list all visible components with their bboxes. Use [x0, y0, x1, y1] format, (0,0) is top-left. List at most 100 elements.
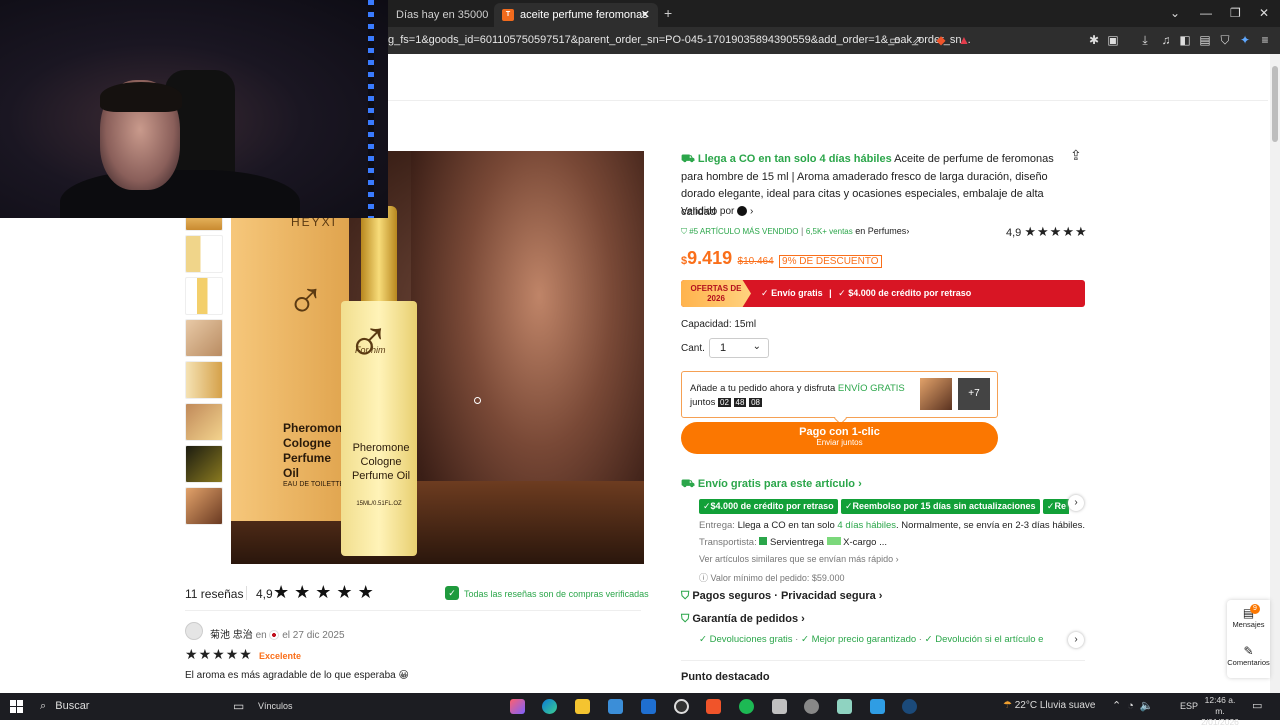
offer-banner[interactable]: OFERTAS DE 2026 ✓ Envío gratis | ✓ $4.00…	[681, 280, 1085, 307]
music-icon[interactable]: ♫	[1159, 33, 1173, 47]
streamer-hair	[100, 82, 182, 112]
settings-icon[interactable]	[804, 699, 819, 714]
offer-tag: OFERTAS DE 2026	[681, 280, 751, 307]
free-shipping-title[interactable]: ⛟ Envío gratis para este artículo ›	[681, 478, 862, 492]
quantity-select[interactable]: 1 ⌄	[709, 338, 769, 358]
new-tab-button[interactable]: +	[664, 5, 672, 21]
links-label[interactable]: Vínculos	[258, 701, 293, 711]
clock[interactable]: 12:46 a. m. 2/01/2026	[1200, 695, 1240, 728]
qty-value: 1	[720, 342, 727, 354]
menu-icon[interactable]: ≡	[1258, 33, 1272, 47]
rating-value: 4,9	[1006, 227, 1022, 239]
offer-free-shipping: Envío gratis	[771, 288, 823, 298]
cast-icon[interactable]: ▭	[888, 33, 902, 47]
ai-icon[interactable]: ✦	[1238, 33, 1252, 47]
review-divider	[246, 586, 247, 600]
bundle-box[interactable]: Añade a tu pedido ahora y disfruta ENVÍO…	[681, 371, 998, 425]
review-stars: ★★★★★	[273, 582, 379, 603]
scrollbar-thumb[interactable]	[1272, 66, 1278, 142]
product-thumbnail[interactable]	[185, 487, 223, 525]
rating-summary[interactable]: 4,9 ★★★★★	[1006, 224, 1088, 240]
highlight-heading: Punto destacado	[681, 671, 770, 683]
product-thumbnail[interactable]	[185, 235, 223, 273]
review-count[interactable]: 11 reseñas	[185, 587, 243, 601]
guarantee-link[interactable]: ⛉ Garantía de pedidos ›	[681, 613, 805, 626]
page-scrollbar[interactable]	[1270, 54, 1280, 693]
guarantee-next-button[interactable]: ›	[1068, 632, 1084, 648]
edit-icon: ✎	[1243, 644, 1254, 658]
product-thumbnail[interactable]	[185, 277, 223, 315]
product-thumbnail[interactable]	[185, 319, 223, 357]
brave-rewards-icon[interactable]: ▲	[957, 33, 971, 47]
product-thumbnail[interactable]	[185, 403, 223, 441]
close-tab-icon[interactable]: ✕	[641, 3, 650, 27]
bottle-size: 15ML/0.51FL.OZ	[356, 501, 402, 507]
notifications-icon[interactable]: ▭	[1252, 699, 1262, 712]
review-text: El aroma es más agradable de lo que espe…	[185, 670, 409, 681]
store-icon[interactable]	[608, 699, 623, 714]
task-view-icon[interactable]: ▭	[233, 699, 244, 713]
sidebar-icon[interactable]: ◧	[1178, 33, 1192, 47]
sales-count: 6,5K+ ventas	[805, 227, 853, 236]
app-icon[interactable]	[772, 699, 787, 714]
timer-minutes: 48	[733, 398, 747, 407]
weather-widget[interactable]: ☂ 22°C Lluvia suave	[1003, 700, 1095, 711]
wallet-icon[interactable]: ▤	[1198, 33, 1212, 47]
obs-icon[interactable]	[674, 699, 689, 714]
minimize-icon[interactable]: —	[1200, 6, 1212, 20]
tray-icons[interactable]: ⌃◔🔈	[1112, 699, 1160, 712]
category-link[interactable]: Perfumes	[868, 226, 907, 236]
download-icon[interactable]: ⤓	[1138, 33, 1152, 47]
rank-line[interactable]: ⛉ #5 ARTÍCULO MÁS VENDIDO | 6,5K+ ventas…	[681, 226, 909, 237]
url-field[interactable]: g_fs=1&goods_id=601105750597517&parent_o…	[388, 34, 971, 46]
product-thumbnail[interactable]	[185, 361, 223, 399]
star-icon: ★	[315, 582, 337, 602]
app-icon[interactable]	[837, 699, 852, 714]
bundle-text: Añade a tu pedido ahora y disfruta ENVÍO…	[690, 383, 905, 408]
screenshot-icon[interactable]: ▣	[1106, 33, 1120, 47]
secure-payments-link[interactable]: ⛉ Pagos seguros · Privacidad segura ›	[681, 590, 882, 603]
star-icon: ★	[198, 646, 213, 662]
mail-icon[interactable]	[641, 699, 656, 714]
close-window-icon[interactable]: ✕	[1259, 6, 1269, 20]
carrier-logo-icon	[826, 537, 841, 545]
offer-credit: $4.000 de crédito por retraso	[848, 288, 972, 298]
led-strip	[368, 0, 374, 218]
vpn-icon[interactable]: ⛉	[1218, 33, 1232, 47]
tab-background[interactable]: Días hay en 35000 Horas?	[388, 3, 490, 45]
similar-link[interactable]: Ver artículos similares que se envían má…	[699, 554, 899, 564]
windows-taskbar: ⌕ Buscar ▭ Vínculos ☂ 22°C Lluvia suave …	[0, 693, 1280, 727]
chips-next-button[interactable]: ›	[1068, 495, 1084, 511]
share-icon[interactable]: ⇪	[1070, 147, 1082, 164]
chevron-down-icon: ⌄	[752, 341, 761, 352]
cursor-indicator	[474, 397, 481, 404]
brave-icon[interactable]	[706, 699, 721, 714]
edge-icon[interactable]	[542, 699, 557, 714]
windows-start-icon[interactable]	[10, 700, 23, 713]
seller-line[interactable]: Vendido por ›	[681, 206, 753, 217]
messages-button[interactable]: ▤ 9 Mensajes	[1227, 604, 1270, 629]
perfume-bottle: ♂ For him Pheromone Cologne Perfume Oil …	[341, 206, 417, 556]
app-icon[interactable]	[510, 699, 525, 714]
product-thumbnail[interactable]	[185, 445, 223, 483]
verified-note: Todas las reseñas son de compras verific…	[464, 589, 649, 599]
app-icon[interactable]	[870, 699, 885, 714]
tab-active[interactable]: Taceite perfume feromonas hom ✕	[494, 3, 658, 45]
reviewer-on: en	[255, 630, 267, 641]
steam-icon[interactable]	[902, 699, 917, 714]
comments-button[interactable]: ✎ Comentarios	[1227, 644, 1270, 667]
tray-chevron-icon: ⌃	[1112, 700, 1128, 712]
messages-badge: 9	[1250, 604, 1260, 614]
spotify-icon[interactable]	[739, 699, 754, 714]
folder-icon[interactable]	[575, 699, 590, 714]
taskbar-search[interactable]: ⌕ Buscar	[34, 696, 224, 717]
one-click-pay-button[interactable]: Pago con 1-clic Enviar juntos	[681, 422, 998, 454]
review-separator	[185, 610, 641, 611]
share-icon[interactable]: ⇗	[910, 33, 924, 47]
chevron-down-icon[interactable]: ⌄	[1170, 6, 1180, 20]
box-side: EAU DE TOILETTE	[283, 481, 345, 488]
restore-icon[interactable]: ❐	[1230, 6, 1241, 20]
brave-shield-icon[interactable]: ◆	[934, 33, 948, 47]
language-indicator[interactable]: ESP	[1180, 701, 1198, 711]
extensions-icon[interactable]: ✱	[1087, 33, 1101, 47]
